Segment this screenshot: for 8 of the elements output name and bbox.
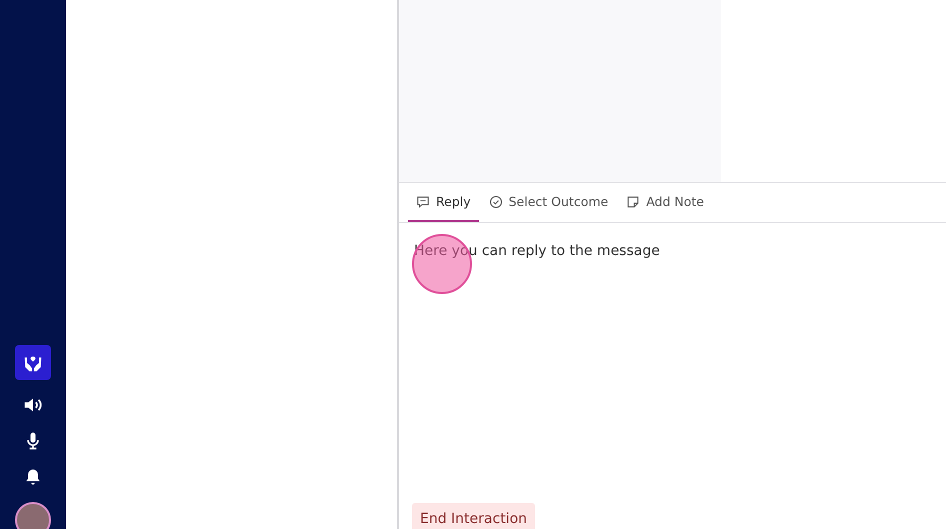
tab[interactable]: Reply [408, 183, 479, 222]
tab[interactable]: Add Note [618, 183, 712, 222]
tab[interactable]: Select Outcome [480, 183, 616, 222]
end-interaction-button[interactable]: End Interaction [412, 503, 536, 529]
check-circle-icon [488, 194, 503, 208]
note-icon [626, 194, 640, 208]
chat-icon [416, 194, 430, 208]
avatar[interactable] [15, 502, 51, 529]
